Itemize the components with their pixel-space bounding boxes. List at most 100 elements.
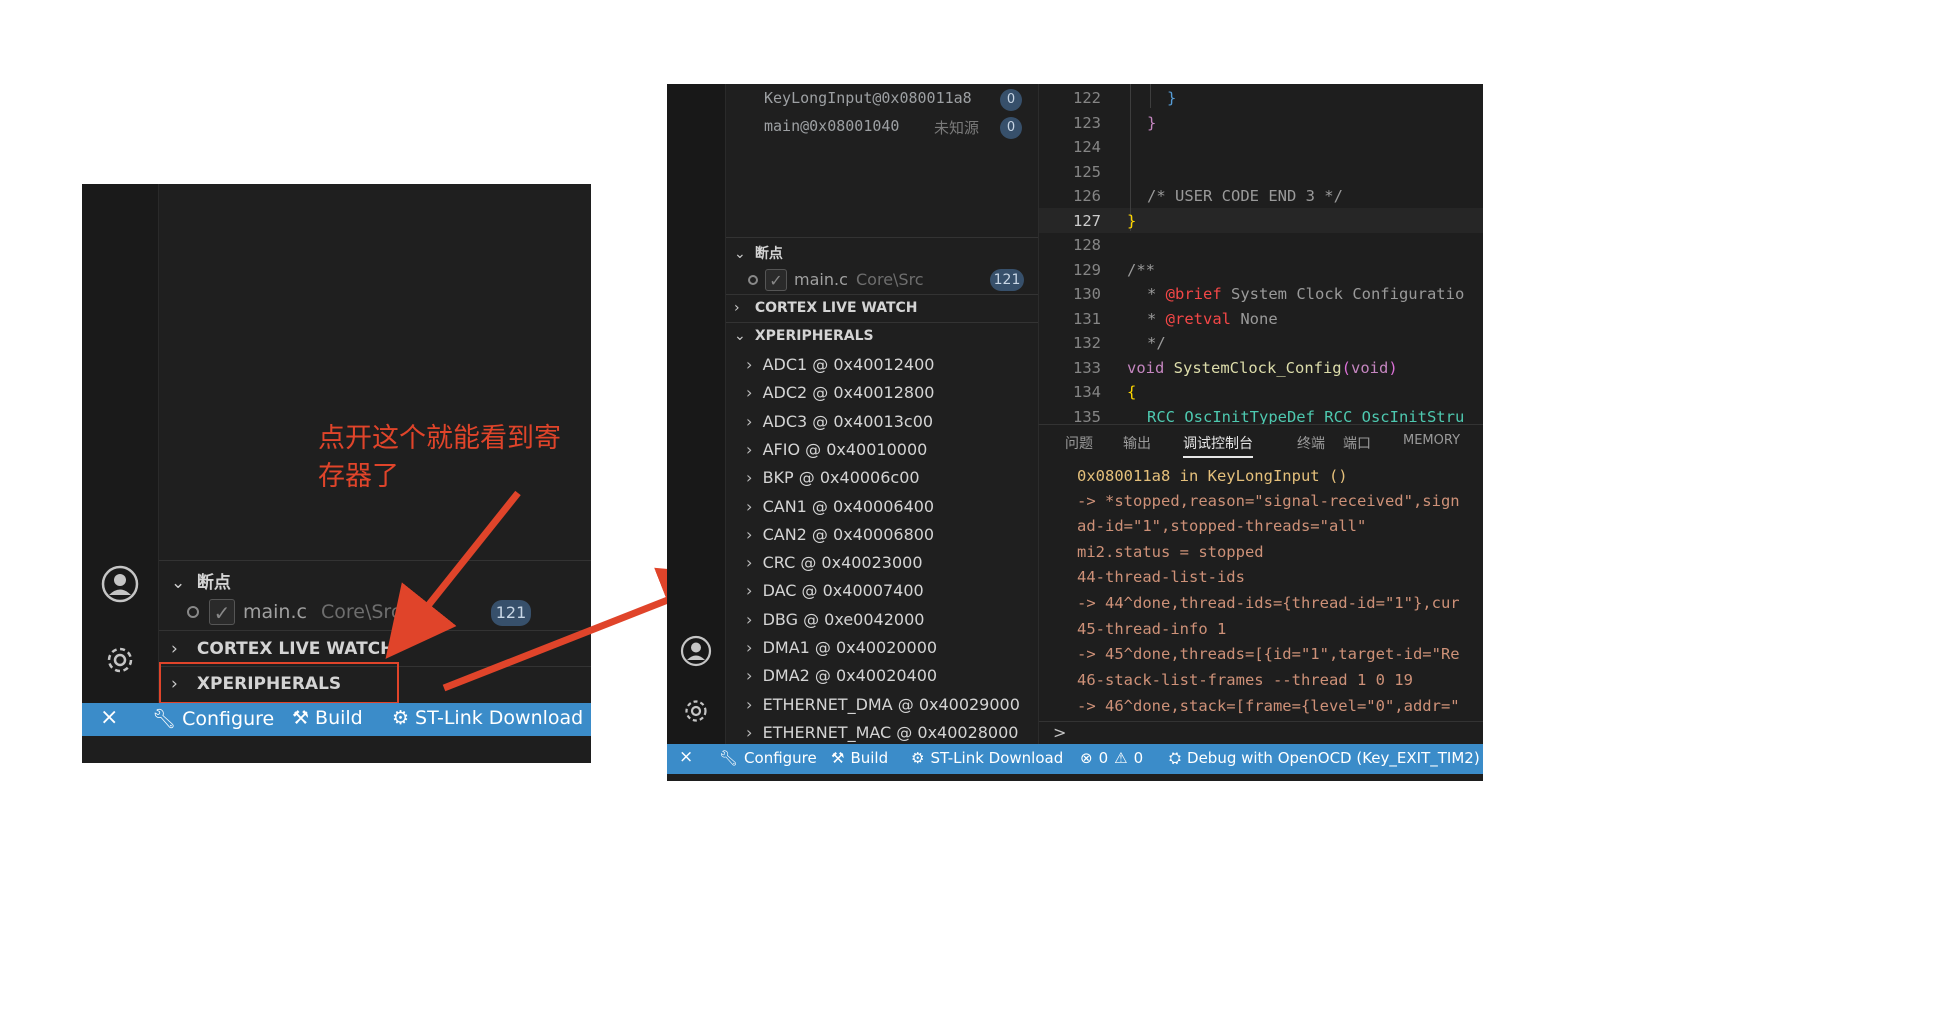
chevron-right-icon: › <box>746 468 753 487</box>
console-line: -> *stopped,reason="signal-received",sig… <box>1077 492 1460 510</box>
console-line: ad-id="1",stopped-threads="all" <box>1077 517 1367 535</box>
debug-run-icon: ⛭︎ <box>1169 749 1182 767</box>
code-line: } <box>1147 114 1157 132</box>
peripheral-item-dma2[interactable]: › DMA2 @ 0x40020400 <box>746 666 937 685</box>
console-line: -> 46^done,stack=[frame={level="0",addr=… <box>1077 697 1460 715</box>
chevron-right-icon: › <box>746 553 753 572</box>
chevron-right-icon: › <box>746 525 753 544</box>
code-line: } <box>1127 212 1137 230</box>
console-line: -> 44^done,thread-ids={thread-id="1"},cu… <box>1077 594 1460 612</box>
line-number: 125 <box>1073 163 1101 181</box>
line-number: 130 <box>1073 285 1101 303</box>
peripheral-item-dac[interactable]: › DAC @ 0x40007400 <box>746 581 924 600</box>
chevron-right-icon: › <box>746 497 753 516</box>
code-line: } <box>1167 89 1177 107</box>
build-button[interactable]: ⚒︎ Build <box>831 749 888 767</box>
build-tools-icon: ⚒︎ <box>831 749 845 767</box>
chevron-right-icon: › <box>746 355 753 374</box>
frame-source: 未知源 <box>934 119 980 137</box>
account-icon[interactable] <box>679 634 713 668</box>
frame-badge: 0 <box>1000 117 1022 139</box>
console-input[interactable]: > <box>1053 723 1066 742</box>
gear-icon: ⚙︎ <box>911 749 925 767</box>
console-line: 46-stack-list-frames --thread 1 0 19 <box>1077 671 1413 689</box>
wrench-icon: 🔧︎ <box>719 749 739 767</box>
line-number: 134 <box>1073 383 1101 401</box>
chevron-right-icon: › <box>746 723 753 742</box>
callstack-frame[interactable]: main@0x08001040 未知源 0 <box>726 115 1038 141</box>
chevron-right-icon: › <box>746 610 753 629</box>
arrow-to-xperipherals <box>385 490 521 659</box>
code-editor[interactable]: 122 123 124 125 126 127 128 129 130 131 … <box>1038 84 1483 426</box>
tab-debug-console[interactable]: 调试控制台 <box>1183 433 1253 458</box>
configure-button[interactable]: 🔧︎ Configure <box>719 749 817 767</box>
chevron-down-icon: ⌄ <box>734 328 746 344</box>
code-line: { <box>1127 383 1137 401</box>
gear-icon[interactable] <box>681 696 711 726</box>
console-line: mi2.status = stopped <box>1077 543 1264 561</box>
chevron-right-icon: › <box>746 666 753 685</box>
peripheral-item-can1[interactable]: › CAN1 @ 0x40006400 <box>746 497 934 516</box>
line-number: 122 <box>1073 89 1101 107</box>
stlink-download-button[interactable]: ⚙︎ ST-Link Download <box>911 749 1063 767</box>
peripheral-item-adc1[interactable]: › ADC1 @ 0x40012400 <box>746 355 934 374</box>
activity-bar <box>667 84 726 744</box>
breakpoint-checkbox[interactable]: ✓ <box>765 269 787 291</box>
peripheral-item-dbg[interactable]: › DBG @ 0xe0042000 <box>746 610 924 629</box>
peripheral-item-dma1[interactable]: › DMA1 @ 0x40020000 <box>746 638 937 657</box>
breakpoint-line-badge: 121 <box>990 269 1024 291</box>
breakpoint-file: main.c <box>794 270 848 289</box>
frame-badge: 0 <box>1000 89 1022 111</box>
chevron-right-icon: › <box>746 581 753 600</box>
tab-ports[interactable]: 端口 <box>1343 433 1371 453</box>
tab-terminal[interactable]: 终端 <box>1297 433 1325 453</box>
xperipherals-header[interactable]: ⌄ XPERIPHERALS <box>734 328 874 344</box>
line-number: 126 <box>1073 187 1101 205</box>
problems-indicator[interactable]: ⊗ 0 ⚠︎ 0 <box>1080 749 1143 767</box>
tab-output[interactable]: 输出 <box>1123 433 1151 453</box>
peripheral-item-adc2[interactable]: › ADC2 @ 0x40012800 <box>746 383 934 402</box>
debug-sidebar: KeyLongInput@0x080011a8 0 main@0x0800104… <box>726 84 1038 744</box>
right-screenshot: KeyLongInput@0x080011a8 0 main@0x0800104… <box>667 84 1483 781</box>
chevron-right-icon: › <box>746 638 753 657</box>
line-number: 129 <box>1073 261 1101 279</box>
line-number: 128 <box>1073 236 1101 254</box>
tab-problems[interactable]: 问题 <box>1065 433 1093 453</box>
error-icon: ⊗ <box>1080 749 1093 767</box>
code-line: * @retval None <box>1147 310 1278 328</box>
line-number: 123 <box>1073 114 1101 132</box>
chevron-right-icon: › <box>746 695 753 714</box>
console-line: -> 45^done,threads=[{id="1",target-id="R… <box>1077 645 1460 663</box>
console-line: 0x080011a8 in KeyLongInput () <box>1077 467 1348 485</box>
code-line: void SystemClock_Config(void) <box>1127 359 1398 377</box>
peripheral-item-afio[interactable]: › AFIO @ 0x40010000 <box>746 440 927 459</box>
line-number: 132 <box>1073 334 1101 352</box>
breakpoint-dot-icon <box>748 275 758 285</box>
peripheral-item-crc[interactable]: › CRC @ 0x40023000 <box>746 553 923 572</box>
console-line: 45-thread-info 1 <box>1077 620 1227 638</box>
bottom-panel: 问题 输出 调试控制台 终端 端口 MEMORY 0x080011a8 in K… <box>1038 424 1483 744</box>
cortex-live-watch-header[interactable]: › CORTEX LIVE WATCH <box>734 300 918 316</box>
callstack-frame[interactable]: KeyLongInput@0x080011a8 0 <box>726 87 1038 113</box>
chevron-right-icon: › <box>734 300 740 316</box>
debug-config-button[interactable]: ⛭︎ Debug with OpenOCD (Key_EXIT_TIM2) <box>1169 749 1480 767</box>
breakpoint-row[interactable]: ✓ main.c Core\Src 121 <box>726 266 1038 294</box>
chevron-right-icon: › <box>746 440 753 459</box>
breakpoints-header[interactable]: ⌄ 断点 <box>734 243 783 263</box>
peripheral-item-ethernet-dma[interactable]: › ETHERNET_DMA @ 0x40029000 <box>746 695 1020 714</box>
peripheral-item-bkp[interactable]: › BKP @ 0x40006c00 <box>746 468 920 487</box>
tab-memory[interactable]: MEMORY <box>1403 433 1460 448</box>
code-line: /* USER CODE END 3 */ <box>1147 187 1343 205</box>
remote-icon[interactable]: ⨯ <box>679 747 693 767</box>
console-line: 44-thread-list-ids <box>1077 568 1245 586</box>
breakpoint-path: Core\Src <box>856 270 924 289</box>
line-number: 127 <box>1073 212 1101 230</box>
peripheral-item-can2[interactable]: › CAN2 @ 0x40006800 <box>746 525 934 544</box>
peripheral-item-adc3[interactable]: › ADC3 @ 0x40013c00 <box>746 412 933 431</box>
line-number: 131 <box>1073 310 1101 328</box>
peripheral-item-ethernet-mac[interactable]: › ETHERNET_MAC @ 0x40028000 <box>746 723 1018 742</box>
warning-icon: ⚠︎ <box>1114 749 1128 767</box>
line-number: 133 <box>1073 359 1101 377</box>
code-line: * @brief System Clock Configuratio <box>1147 285 1465 303</box>
line-number: 124 <box>1073 138 1101 156</box>
